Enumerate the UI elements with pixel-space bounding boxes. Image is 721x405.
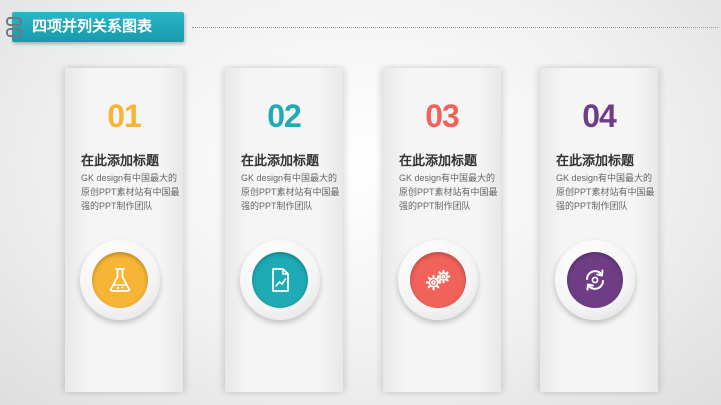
header-divider — [192, 27, 718, 28]
page-title: 四项并列关系图表 — [32, 18, 153, 35]
card-description: GK design有中国最大的原创PPT素材站有中国最强的PPT制作团队 — [241, 173, 340, 211]
card-number: 01 — [107, 98, 142, 134]
card-title: 在此添加标题 — [81, 153, 160, 168]
flask-icon — [109, 268, 131, 292]
icon-badge — [240, 240, 320, 320]
card-description: GK design有中国最大的原创PPT素材站有中国最强的PPT制作团队 — [399, 173, 498, 211]
icon-badge — [555, 240, 635, 320]
card-title: 在此添加标题 — [241, 153, 320, 168]
title-tab: 四项并列关系图表 — [12, 12, 184, 42]
card-number: 02 — [267, 98, 302, 134]
card-number: 04 — [582, 98, 617, 134]
card-4: 04 在此添加标题 GK design有中国最大的原创PPT素材站有中国最强的P… — [540, 68, 658, 392]
card-number: 03 — [425, 98, 460, 134]
icon-badge — [398, 240, 478, 320]
binder-ring-icon — [6, 17, 22, 26]
binder-ring-icon — [6, 28, 22, 37]
document-chart-icon — [272, 268, 289, 292]
card-1: 01 在此添加标题 GK design有中国最大的原创PPT素材站有中国最强的P… — [65, 68, 183, 392]
card-3: 03 在此添加标题 GK design有中国最大的原创PPT素材站有中国最强的P… — [383, 68, 501, 392]
gears-icon — [425, 269, 451, 291]
refresh-cycle-icon — [586, 269, 604, 291]
card-title: 在此添加标题 — [556, 153, 635, 168]
icon-badge — [80, 240, 160, 320]
card-description: GK design有中国最大的原创PPT素材站有中国最强的PPT制作团队 — [556, 173, 655, 211]
card-description: GK design有中国最大的原创PPT素材站有中国最强的PPT制作团队 — [81, 173, 180, 211]
card-title: 在此添加标题 — [399, 153, 478, 168]
binder-rings — [6, 17, 22, 39]
card-2: 02 在此添加标题 GK design有中国最大的原创PPT素材站有中国最强的P… — [225, 68, 343, 392]
